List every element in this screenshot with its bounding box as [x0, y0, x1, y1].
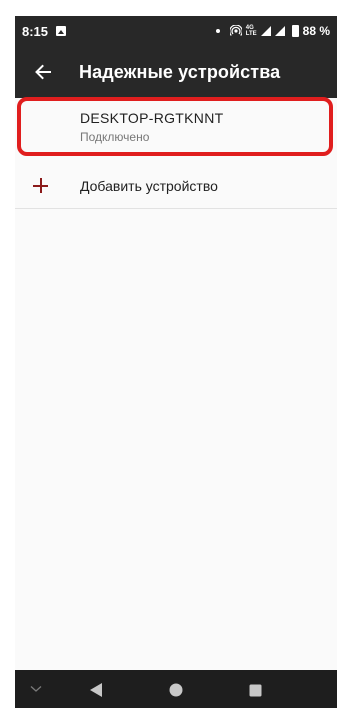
nav-chevron-button[interactable]: [27, 680, 45, 698]
app-bar: Надежные устройства: [15, 46, 337, 98]
status-time: 8:15: [22, 23, 49, 39]
nav-back-icon: [90, 683, 102, 697]
add-device-button[interactable]: Добавить устройство: [15, 162, 337, 210]
signal-icon-secondary: [274, 26, 285, 36]
back-button[interactable]: [21, 50, 65, 94]
signal-icon: [260, 26, 271, 36]
nav-recents-icon: [249, 684, 261, 696]
add-device-label: Добавить устройство: [80, 178, 218, 194]
notification-dot-icon: [215, 29, 220, 33]
image-icon: [56, 26, 67, 36]
plus-icon: [31, 176, 51, 196]
battery-percent: 88 %: [302, 24, 330, 38]
back-arrow-icon: [35, 64, 51, 80]
nav-home-button[interactable]: [165, 679, 187, 701]
lte-indicator: 4G LTE: [246, 25, 257, 37]
lte-bottom: LTE: [245, 31, 257, 37]
nav-recents-button[interactable]: [244, 679, 266, 701]
device-name: DESKTOP-RGTKNNT: [80, 110, 224, 126]
nav-back-button[interactable]: [85, 679, 107, 701]
status-bar: 8:15 4G LTE 88 %: [15, 16, 337, 46]
hotspot-icon: [229, 25, 242, 36]
navigation-bar: [15, 670, 337, 708]
chevron-down-icon: [30, 686, 42, 692]
status-icons: 4G LTE 88 %: [215, 24, 330, 38]
device-item[interactable]: DESKTOP-RGTKNNT Подключено: [15, 98, 337, 160]
phone-screen: 8:15 4G LTE 88 % Надежные устройства DES…: [15, 16, 337, 708]
page-title: Надежные устройства: [79, 61, 281, 82]
nav-home-icon: [169, 683, 183, 697]
divider: [15, 208, 337, 209]
device-status: Подключено: [80, 130, 150, 144]
battery-icon: [291, 25, 299, 37]
